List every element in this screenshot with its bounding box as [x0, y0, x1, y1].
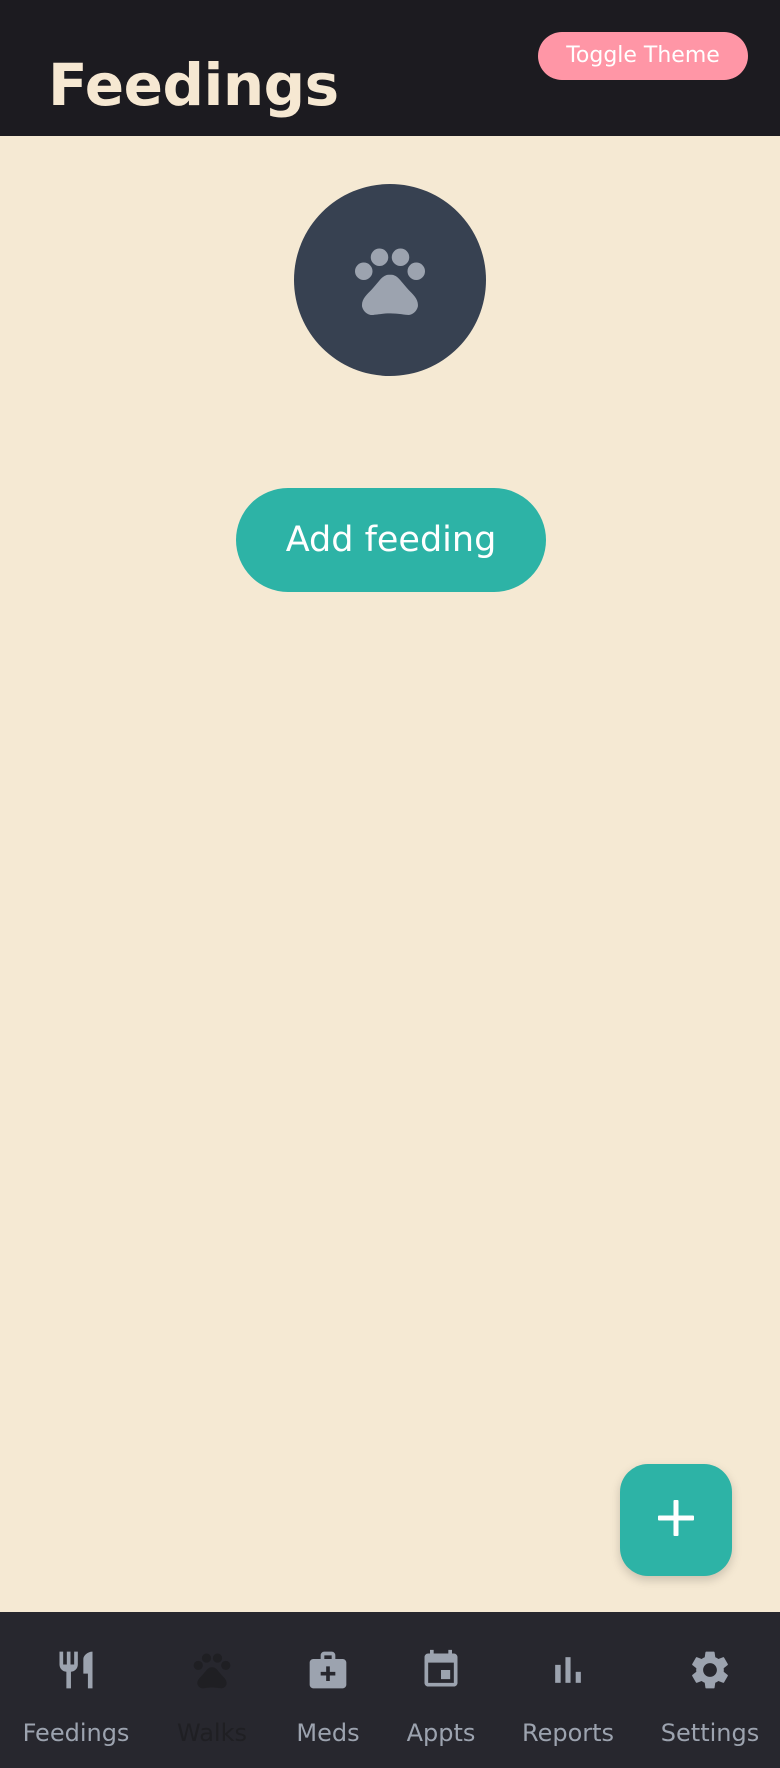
- nav-item-meds[interactable]: Meds: [278, 1612, 378, 1768]
- calendar-icon: [417, 1646, 465, 1694]
- page-title: Feedings: [48, 51, 339, 119]
- bottom-navigation: Feedings Walks Meds Appts Reports Settin…: [0, 1612, 780, 1768]
- nav-item-walks[interactable]: Walks: [162, 1612, 262, 1768]
- nav-label-reports: Reports: [521, 1719, 615, 1747]
- bar-chart-icon: [544, 1646, 592, 1694]
- add-feeding-button[interactable]: Add feeding: [236, 488, 546, 592]
- nav-item-reports[interactable]: Reports: [508, 1612, 628, 1768]
- empty-state-avatar: [294, 184, 486, 376]
- paw-icon: [188, 1646, 236, 1694]
- nav-item-feedings[interactable]: Feedings: [16, 1612, 136, 1768]
- app-header: Feedings Toggle Theme: [0, 0, 780, 136]
- nav-label-walks: Walks: [177, 1719, 247, 1747]
- gear-icon: [686, 1646, 734, 1694]
- nav-label-meds: Meds: [296, 1719, 360, 1747]
- nav-label-appts: Appts: [406, 1719, 476, 1747]
- nav-label-feedings: Feedings: [22, 1719, 130, 1747]
- fork-knife-icon: [52, 1646, 100, 1694]
- add-fab-button[interactable]: [620, 1464, 732, 1576]
- nav-item-settings[interactable]: Settings: [648, 1612, 772, 1768]
- nav-label-settings: Settings: [660, 1719, 760, 1747]
- plus-icon: [656, 1498, 696, 1542]
- medical-bag-icon: [304, 1646, 352, 1694]
- toggle-theme-button[interactable]: Toggle Theme: [538, 32, 748, 80]
- nav-item-appts[interactable]: Appts: [391, 1612, 491, 1768]
- paw-icon: [348, 238, 432, 322]
